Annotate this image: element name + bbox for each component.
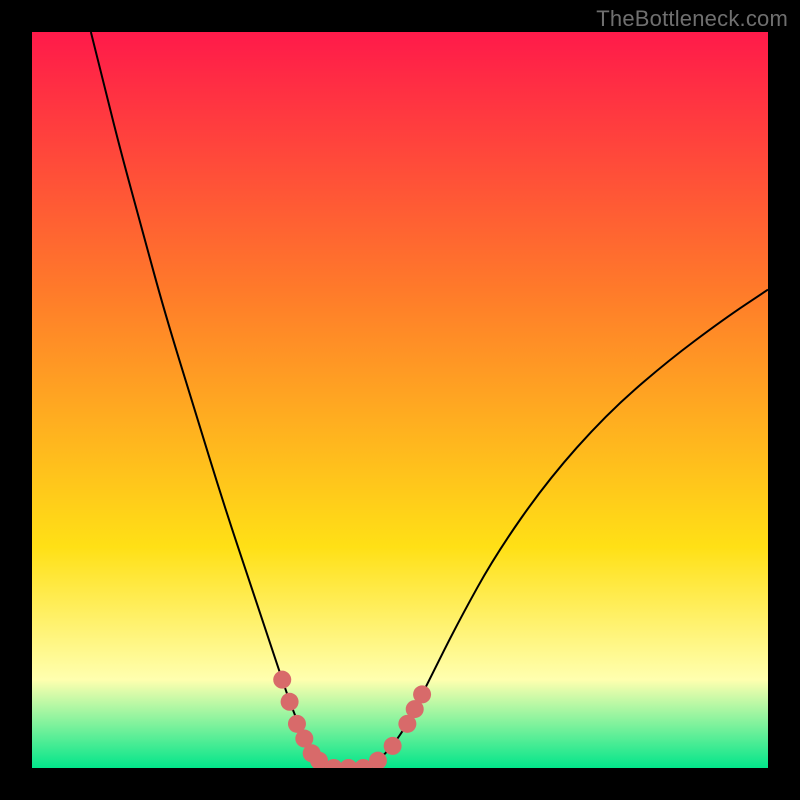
chart-frame: TheBottleneck.com — [0, 0, 800, 800]
curve-marker — [384, 737, 402, 755]
watermark-text: TheBottleneck.com — [596, 6, 788, 32]
curve-marker — [273, 671, 291, 689]
chart-svg — [32, 32, 768, 768]
curve-marker — [281, 693, 299, 711]
gradient-background — [32, 32, 768, 768]
curve-marker — [413, 685, 431, 703]
plot-area — [32, 32, 768, 768]
